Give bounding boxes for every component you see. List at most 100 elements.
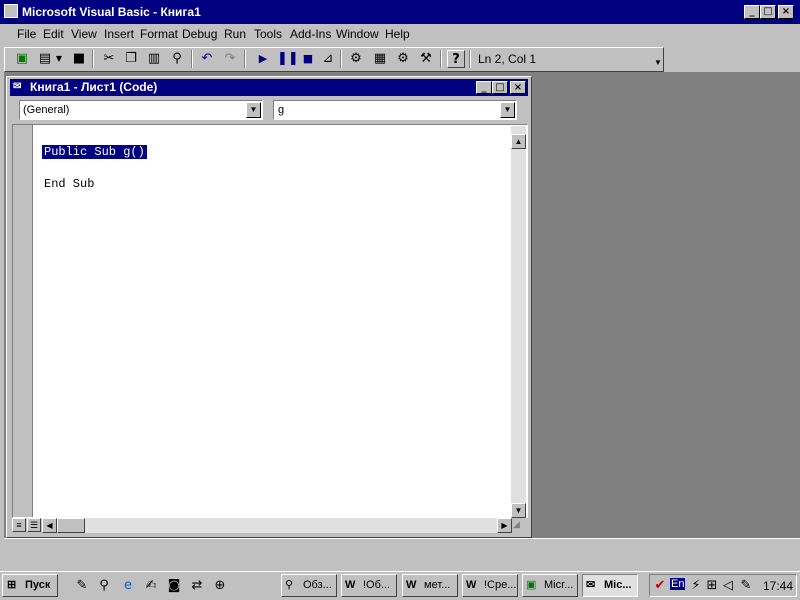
task-label-6: Mic... [604, 579, 632, 591]
word-doc-icon: W [406, 579, 417, 591]
tray-network-icon[interactable]: ⊞ [704, 578, 720, 594]
menu-file[interactable]: File [17, 27, 36, 41]
toolbox-icon[interactable]: ⚒ [417, 50, 435, 68]
object-browser-icon[interactable]: ⚙ [394, 50, 412, 68]
scroll-right-button[interactable]: ▶ [497, 518, 512, 533]
quicklaunch-globe-icon[interactable]: ⊕ [212, 578, 228, 594]
save-icon[interactable]: ■ [70, 50, 88, 68]
run-icon[interactable]: ▶ [254, 50, 272, 68]
tray-volume-icon[interactable]: ◁ [720, 578, 736, 594]
code-maximize-button[interactable]: □ [492, 81, 508, 94]
clock[interactable]: 17:44 [763, 579, 793, 593]
task-button-1[interactable]: ⚲ Обз... [281, 574, 337, 597]
project-explorer-icon[interactable]: ⚙ [347, 50, 365, 68]
excel-icon: ▣ [526, 579, 537, 591]
undo-icon[interactable]: ↶ [198, 50, 216, 68]
code-window-title: Книга1 - Лист1 (Code) [30, 80, 158, 94]
code-window-icon[interactable]: ✉ [13, 81, 21, 92]
toolbar-options-arrow-icon[interactable]: ▼ [654, 58, 662, 67]
design-mode-icon[interactable]: ⊿ [319, 50, 337, 68]
menu-help[interactable]: Help [385, 27, 410, 41]
horizontal-scrollbar[interactable] [42, 518, 512, 533]
maximize-button[interactable]: □ [760, 5, 776, 19]
menu-debug[interactable]: Debug [182, 27, 217, 41]
copy-icon[interactable]: ❐ [122, 50, 140, 68]
task-button-6-active[interactable]: ✉ Mic... [582, 574, 638, 597]
help-icon[interactable]: ? [447, 50, 465, 68]
windows-logo-icon: ⊞ [7, 579, 17, 591]
task-button-4[interactable]: W !Сре... [462, 574, 518, 597]
scroll-left-button[interactable]: ◀ [42, 518, 57, 533]
procedure-combo-arrow-icon[interactable]: ▼ [500, 102, 515, 118]
minimize-button[interactable]: _ [744, 5, 760, 19]
cut-icon[interactable]: ✂ [100, 50, 118, 68]
code-close-button[interactable]: × [510, 81, 526, 94]
size-grip[interactable]: ◢ [513, 519, 526, 532]
find-icon[interactable]: ⚲ [168, 50, 186, 68]
horizontal-scroll-thumb[interactable] [57, 518, 85, 533]
margin-indicator-bar [13, 125, 33, 517]
code-line-2[interactable]: End Sub [44, 177, 94, 191]
toolbar-separator [440, 50, 442, 68]
menu-run[interactable]: Run [224, 27, 246, 41]
toolbar-separator [244, 50, 246, 68]
toolbar-separator [469, 50, 471, 68]
procedure-combo[interactable]: g ▼ [273, 100, 517, 120]
object-combo-arrow-icon[interactable]: ▼ [246, 102, 261, 118]
full-module-view-button[interactable]: ☰ [27, 518, 41, 532]
toolbar-separator [92, 50, 94, 68]
reset-icon[interactable]: ■ [299, 50, 317, 68]
vertical-scrollbar[interactable] [511, 126, 526, 517]
app-title-bar[interactable]: Microsoft Visual Basic - Книга1 _ □ × [0, 0, 800, 24]
scroll-down-button[interactable]: ▼ [511, 503, 526, 518]
quicklaunch-search-icon[interactable]: ⚲ [96, 578, 112, 594]
cursor-position: Ln 2, Col 1 [478, 52, 537, 66]
insert-module-icon[interactable]: ▤ [36, 50, 54, 68]
scroll-up-button[interactable]: ▲ [511, 134, 526, 149]
menu-edit[interactable]: Edit [43, 27, 64, 41]
start-button[interactable]: ⊞ Пуск [2, 574, 58, 597]
dropdown-arrow-icon[interactable]: ▼ [54, 50, 64, 68]
view-excel-icon[interactable]: ▣ [13, 50, 31, 68]
menu-format[interactable]: Format [140, 27, 178, 41]
word-doc-icon: W [345, 579, 356, 591]
task-button-5[interactable]: ▣ Micr... [522, 574, 578, 597]
menu-window[interactable]: Window [336, 27, 379, 41]
redo-icon[interactable]: ↷ [221, 50, 239, 68]
tray-lightning-icon[interactable]: ⚡ [688, 578, 704, 594]
menu-addins[interactable]: Add-Ins [290, 27, 331, 41]
status-strip [4, 538, 800, 569]
quicklaunch-app-icon[interactable]: ◙ [166, 578, 182, 594]
menu-tools[interactable]: Tools [254, 27, 282, 41]
object-combo[interactable]: (General) ▼ [19, 100, 263, 120]
vba-app-icon[interactable] [4, 4, 18, 18]
close-button[interactable]: × [778, 5, 794, 19]
properties-icon[interactable]: ▦ [371, 50, 389, 68]
task-button-3[interactable]: W мет... [402, 574, 458, 597]
code-minimize-button[interactable]: _ [476, 81, 492, 94]
task-label-1: Обз... [303, 579, 332, 591]
code-window-title-bar[interactable]: ✉ Книга1 - Лист1 (Code) _ □ × [10, 79, 528, 96]
toolbar-separator [340, 50, 342, 68]
code-line-1[interactable]: Public Sub g() [42, 145, 147, 159]
tray-check-icon[interactable]: ✔ [652, 578, 668, 594]
quicklaunch-pencil-icon[interactable]: ✎ [74, 578, 90, 594]
quicklaunch-notes-icon[interactable]: ✍ [143, 578, 159, 594]
task-button-2[interactable]: W !Об... [341, 574, 397, 597]
procedure-view-button[interactable]: ≡ [12, 518, 26, 532]
break-icon[interactable]: ❚❚ [277, 50, 299, 68]
object-combo-value: (General) [23, 104, 70, 116]
paste-icon[interactable]: ▥ [145, 50, 163, 68]
menu-view[interactable]: View [71, 27, 97, 41]
quicklaunch-ie-icon[interactable]: e [120, 578, 136, 594]
toolbar-separator [191, 50, 193, 68]
quicklaunch-network-icon[interactable]: ⇄ [189, 578, 205, 594]
task-label-4: !Сре... [484, 579, 517, 591]
menu-insert[interactable]: Insert [104, 27, 134, 41]
language-indicator[interactable]: En [670, 578, 686, 590]
tray-edit-icon[interactable]: ✎ [738, 578, 754, 594]
vba-icon: ✉ [586, 579, 596, 591]
app-title: Microsoft Visual Basic - Книга1 [22, 5, 201, 19]
procedure-combo-value: g [278, 104, 285, 116]
start-label: Пуск [25, 579, 51, 591]
